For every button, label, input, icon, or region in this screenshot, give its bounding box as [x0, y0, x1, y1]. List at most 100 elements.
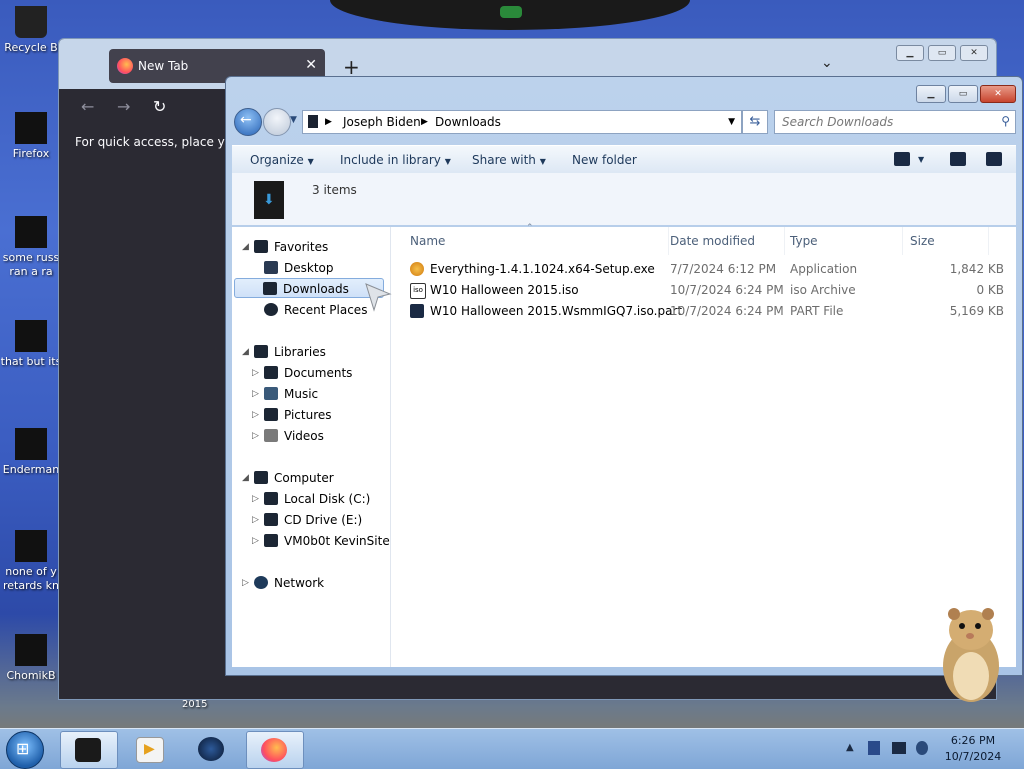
file-icon: [15, 634, 47, 666]
column-header-name[interactable]: Name: [404, 227, 669, 255]
reload-icon[interactable]: ↻: [153, 97, 166, 116]
desktop-icon-file-5[interactable]: ChomikB: [0, 634, 62, 683]
forward-arrow-icon[interactable]: →: [117, 97, 130, 116]
taskbar-explorer[interactable]: [60, 731, 118, 769]
show-hidden-icons-button[interactable]: ▲: [846, 742, 854, 753]
nav-label: Computer: [274, 471, 334, 485]
network-icon: [254, 576, 268, 589]
back-arrow-icon[interactable]: ←: [81, 97, 94, 116]
nav-label: CD Drive (E:): [284, 513, 363, 527]
nav-libraries[interactable]: ◢ Libraries: [242, 342, 326, 362]
share-with-menu[interactable]: Share with ▼: [472, 153, 546, 167]
refresh-button[interactable]: ⇆: [742, 110, 768, 134]
desktop-icon-label: Recycle B: [4, 41, 58, 54]
desktop-icon-firefox[interactable]: Firefox: [0, 112, 62, 161]
nav-desktop[interactable]: Desktop: [264, 258, 334, 278]
new-folder-button[interactable]: New folder: [572, 153, 637, 167]
column-header-date[interactable]: Date modified: [664, 227, 785, 255]
close-button[interactable]: ✕: [980, 85, 1016, 103]
maximize-button[interactable]: ▭: [928, 45, 956, 61]
clock-time: 6:26 PM: [950, 734, 996, 747]
desktop-icon-label: some russ: [2, 251, 60, 264]
nav-pictures[interactable]: ▷ Pictures: [252, 405, 332, 425]
nav-videos[interactable]: ▷ Videos: [252, 426, 324, 446]
organize-menu[interactable]: Organize ▼: [250, 153, 314, 167]
back-arrow-icon: ←: [240, 112, 252, 128]
recent-pages-chevron-icon[interactable]: ▼: [290, 115, 297, 125]
expanded-triangle-icon: ◢: [242, 242, 249, 252]
expanded-triangle-icon: ◢: [242, 347, 249, 357]
nav-label: Libraries: [274, 345, 326, 359]
collapsed-triangle-icon: ▷: [252, 431, 259, 441]
start-button[interactable]: ⊞: [6, 731, 44, 769]
breadcrumb-item[interactable]: Downloads: [435, 115, 501, 129]
nav-downloads[interactable]: Downloads: [234, 278, 384, 298]
address-dropdown-icon[interactable]: ▼: [728, 117, 735, 127]
taskbar-app[interactable]: [184, 731, 240, 767]
file-type: Application: [790, 262, 858, 276]
star-icon: [254, 240, 268, 253]
nav-documents[interactable]: ▷ Documents: [252, 363, 353, 383]
search-input[interactable]: Search Downloads: [782, 115, 893, 129]
expanded-triangle-icon: ◢: [242, 473, 249, 483]
desktop-icon-file-3[interactable]: Enderman: [0, 428, 62, 477]
nav-local-disk[interactable]: ▷ Local Disk (C:): [252, 489, 370, 509]
network-tray-icon[interactable]: [892, 742, 906, 754]
nav-music[interactable]: ▷ Music: [252, 384, 318, 404]
table-row[interactable]: iso W10 Halloween 2015.iso 10/7/2024 6:2…: [404, 280, 1014, 300]
table-row[interactable]: Everything-1.4.1.1024.x64-Setup.exe 7/7/…: [404, 259, 1014, 279]
preview-pane-icon[interactable]: [950, 152, 966, 166]
desktop-icon-file-2[interactable]: that but its: [0, 320, 62, 369]
breadcrumb-item[interactable]: Joseph Biden: [343, 115, 421, 129]
nav-network[interactable]: ▷ Network: [242, 573, 324, 593]
firefox-icon: [15, 112, 47, 144]
recent-places-icon: [264, 303, 278, 316]
desktop-icon-label: Enderman: [2, 463, 60, 476]
help-icon[interactable]: [986, 152, 1002, 166]
address-bar[interactable]: ▶ Joseph Biden ▶ Downloads ▼: [302, 110, 742, 134]
cd-drive-icon: [264, 513, 278, 526]
table-row[interactable]: W10 Halloween 2015.WsmmIGQ7.iso.part 10/…: [404, 301, 1014, 321]
desktop-icon-file-4[interactable]: none of y retards kn: [0, 530, 62, 593]
column-header-type[interactable]: Type: [784, 227, 903, 255]
minimize-button[interactable]: ▁: [896, 45, 924, 61]
view-options-chevron-icon[interactable]: ▼: [918, 155, 924, 164]
include-in-library-menu[interactable]: Include in library ▼: [340, 153, 451, 167]
volume-icon[interactable]: [916, 741, 928, 755]
forward-button[interactable]: [263, 108, 291, 136]
explorer-window: ▁ ▭ ✕ ← ▼ ▶ Joseph Biden ▶ Downloads ▼ ⇆…: [225, 76, 1023, 676]
nav-favorites[interactable]: ◢ Favorites: [242, 237, 328, 257]
close-tab-icon[interactable]: ✕: [305, 57, 317, 73]
bookmarks-hint: For quick access, place your: [75, 135, 245, 149]
nav-cd-drive[interactable]: ▷ CD Drive (E:): [252, 510, 363, 530]
search-icon[interactable]: ⚲: [1001, 114, 1010, 128]
nav-recent-places[interactable]: Recent Places: [264, 300, 367, 320]
network-drive-icon: [264, 534, 278, 547]
nav-network-share[interactable]: ▷ VM0b0t KevinSite: [252, 531, 390, 551]
windows-logo-icon: ⊞: [16, 739, 30, 758]
maximize-button[interactable]: ▭: [948, 85, 978, 103]
desktop-icon-recycle-bin[interactable]: Recycle B: [0, 6, 62, 55]
desktop-icon-label: Firefox: [12, 147, 50, 160]
taskbar-firefox[interactable]: [246, 731, 304, 769]
search-box[interactable]: Search Downloads ⚲: [774, 110, 1016, 134]
tray-app-icon[interactable]: [868, 741, 880, 755]
back-button[interactable]: ←: [234, 108, 262, 136]
list-tabs-button[interactable]: ⌄: [821, 55, 833, 71]
column-header-size[interactable]: Size: [902, 227, 989, 255]
desktop-icon-label: that but its: [0, 355, 62, 368]
breadcrumb-separator-icon[interactable]: ▶: [421, 117, 428, 127]
minimize-button[interactable]: ▁: [916, 85, 946, 103]
nav-label: Documents: [284, 366, 353, 380]
close-button[interactable]: ✕: [960, 45, 988, 61]
breadcrumb-separator-icon[interactable]: ▶: [325, 117, 332, 127]
nav-computer[interactable]: ◢ Computer: [242, 468, 334, 488]
nav-label: VM0b0t KevinSite: [284, 534, 390, 548]
firefox-icon: [117, 58, 133, 74]
magnifier-app-icon: [410, 262, 424, 276]
system-clock[interactable]: 6:26 PM 10/7/2024: [938, 733, 1008, 765]
desktop-icon-file-1[interactable]: some russ ran a ra: [0, 216, 62, 279]
taskbar-media-player[interactable]: ▶: [122, 731, 178, 767]
file-date: 10/7/2024 6:24 PM: [670, 283, 784, 297]
change-view-icon[interactable]: [894, 152, 910, 166]
